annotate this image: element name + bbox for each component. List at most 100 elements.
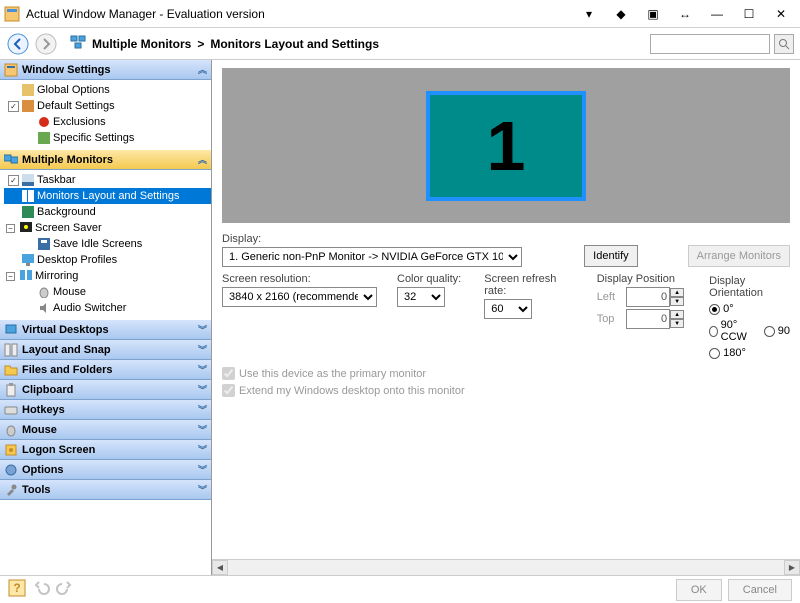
horizontal-scrollbar[interactable]: ◀ ▶ xyxy=(212,559,800,575)
position-top-spinner[interactable]: ▲▼ xyxy=(626,309,689,329)
refresh-rate-label: Screen refresh rate: xyxy=(484,273,576,297)
radio-icon xyxy=(709,348,720,359)
chevron-down-icon: ︾ xyxy=(198,483,207,496)
section-clipboard[interactable]: Clipboard︾ xyxy=(0,380,211,400)
tree-item-exclusions[interactable]: Exclusions xyxy=(4,114,211,130)
spin-up-icon[interactable]: ▲ xyxy=(670,310,684,319)
extend-desktop-checkbox[interactable]: Extend my Windows desktop onto this moni… xyxy=(212,382,800,399)
identify-button[interactable]: Identify xyxy=(584,245,637,267)
exclusions-icon xyxy=(38,116,50,128)
tree-item-mouse[interactable]: Mouse xyxy=(4,284,211,300)
orientation-90[interactable]: 90 xyxy=(764,319,790,343)
monitor-preview-area[interactable]: 1 xyxy=(222,68,790,223)
forward-button[interactable] xyxy=(34,32,58,56)
checkbox-icon xyxy=(222,384,235,397)
radio-icon xyxy=(764,326,775,337)
clipboard-icon xyxy=(4,383,18,397)
chevron-up-icon: ︽ xyxy=(198,153,207,166)
resolution-select[interactable]: 3840 x 2160 (recommended) xyxy=(222,287,377,307)
specific-icon xyxy=(38,132,50,144)
refresh-rate-select[interactable]: 60 xyxy=(484,299,532,319)
search-button[interactable] xyxy=(774,34,794,54)
position-left-spinner[interactable]: ▲▼ xyxy=(626,287,689,307)
logon-icon xyxy=(4,443,18,457)
rolldown-icon[interactable]: ▾ xyxy=(574,3,604,25)
collapse-icon[interactable]: − xyxy=(6,224,15,233)
section-hotkeys[interactable]: Hotkeys︾ xyxy=(0,400,211,420)
section-files-folders[interactable]: Files and Folders︾ xyxy=(0,360,211,380)
checkbox-icon[interactable]: ✓ xyxy=(8,175,19,186)
primary-monitor-checkbox[interactable]: Use this device as the primary monitor xyxy=(212,365,800,382)
color-quality-select[interactable]: 32 xyxy=(397,287,445,307)
tree-item-monitors-layout[interactable]: Monitors Layout and Settings xyxy=(4,188,211,204)
search-input[interactable] xyxy=(650,34,770,54)
section-virtual-desktops[interactable]: Virtual Desktops︾ xyxy=(0,320,211,340)
undo-icon[interactable] xyxy=(32,579,50,600)
collapse-icon[interactable]: − xyxy=(6,272,15,281)
orientation-0[interactable]: 0° xyxy=(709,303,790,315)
tree-item-screen-saver[interactable]: −Screen Saver xyxy=(4,220,211,236)
breadcrumb-leaf: Monitors Layout and Settings xyxy=(210,37,379,51)
tree-item-save-idle[interactable]: Save Idle Screens xyxy=(4,236,211,252)
position-top-label: Top xyxy=(597,313,620,325)
move-icon[interactable]: ↔ xyxy=(670,3,700,25)
section-options[interactable]: Options︾ xyxy=(0,460,211,480)
arrange-monitors-button[interactable]: Arrange Monitors xyxy=(688,245,790,267)
virtual-desktops-icon xyxy=(4,323,18,337)
tree-item-audio-switcher[interactable]: Audio Switcher xyxy=(4,300,211,316)
orientation-180[interactable]: 180° xyxy=(709,347,790,359)
tree-item-mirroring[interactable]: −Mirroring xyxy=(4,268,211,284)
chevron-down-icon: ︾ xyxy=(198,463,207,476)
tools-icon xyxy=(4,483,18,497)
multiple-monitors-icon xyxy=(4,153,18,167)
back-button[interactable] xyxy=(6,32,30,56)
ok-button[interactable]: OK xyxy=(676,579,722,601)
tree-item-default-settings[interactable]: ✓Default Settings xyxy=(4,98,211,114)
scroll-right-icon[interactable]: ▶ xyxy=(784,560,800,575)
titlebar-controls: ▾ ◆ ▣ ↔ — ☐ ✕ xyxy=(574,3,796,25)
orientation-label: Display Orientation xyxy=(709,275,790,299)
tree-item-taskbar[interactable]: ✓Taskbar xyxy=(4,172,211,188)
breadcrumb-sep: > xyxy=(197,37,204,51)
redo-icon[interactable] xyxy=(56,579,74,600)
background-icon xyxy=(22,206,34,218)
titlebar: Actual Window Manager - Evaluation versi… xyxy=(0,0,800,28)
settings-icon[interactable]: ▣ xyxy=(638,3,668,25)
section-tools[interactable]: Tools︾ xyxy=(0,480,211,500)
spin-down-icon[interactable]: ▼ xyxy=(670,319,684,328)
tree-item-global-options[interactable]: Global Options xyxy=(4,82,211,98)
tree-item-background[interactable]: Background xyxy=(4,204,211,220)
pin-icon[interactable]: ◆ xyxy=(606,3,636,25)
section-logon-screen[interactable]: Logon Screen︾ xyxy=(0,440,211,460)
hotkeys-icon xyxy=(4,403,18,417)
orientation-90ccw[interactable]: 90° CCW xyxy=(709,319,754,343)
resolution-label: Screen resolution: xyxy=(222,273,377,285)
spin-down-icon[interactable]: ▼ xyxy=(670,297,684,306)
display-select[interactable]: 1. Generic non-PnP Monitor -> NVIDIA GeF… xyxy=(222,247,522,267)
sidebar: Window Settings ︽ Global Options ✓Defaul… xyxy=(0,60,212,575)
help-icon[interactable]: ? xyxy=(8,579,26,600)
cancel-button[interactable]: Cancel xyxy=(728,579,792,601)
app-icon xyxy=(4,6,20,22)
maximize-icon[interactable]: ☐ xyxy=(734,3,764,25)
section-layout-snap[interactable]: Layout and Snap︾ xyxy=(0,340,211,360)
section-mouse[interactable]: Mouse︾ xyxy=(0,420,211,440)
mouse-icon xyxy=(38,286,50,298)
tree-item-desktop-profiles[interactable]: Desktop Profiles xyxy=(4,252,211,268)
scroll-left-icon[interactable]: ◀ xyxy=(212,560,228,575)
minimize-icon[interactable]: — xyxy=(702,3,732,25)
checkbox-icon[interactable]: ✓ xyxy=(8,101,19,112)
monitor-1[interactable]: 1 xyxy=(426,91,586,201)
section-multiple-monitors[interactable]: Multiple Monitors ︽ xyxy=(0,150,211,170)
breadcrumb-root[interactable]: Multiple Monitors xyxy=(92,37,191,51)
tree-item-specific-settings[interactable]: Specific Settings xyxy=(4,130,211,146)
scroll-track[interactable] xyxy=(228,560,784,575)
display-position-label: Display Position xyxy=(597,273,689,285)
mouse-section-icon xyxy=(4,423,18,437)
screensaver-icon xyxy=(20,222,32,234)
close-icon[interactable]: ✕ xyxy=(766,3,796,25)
spin-up-icon[interactable]: ▲ xyxy=(670,288,684,297)
position-left-label: Left xyxy=(597,291,620,303)
window-settings-icon xyxy=(4,63,18,77)
section-window-settings[interactable]: Window Settings ︽ xyxy=(0,60,211,80)
